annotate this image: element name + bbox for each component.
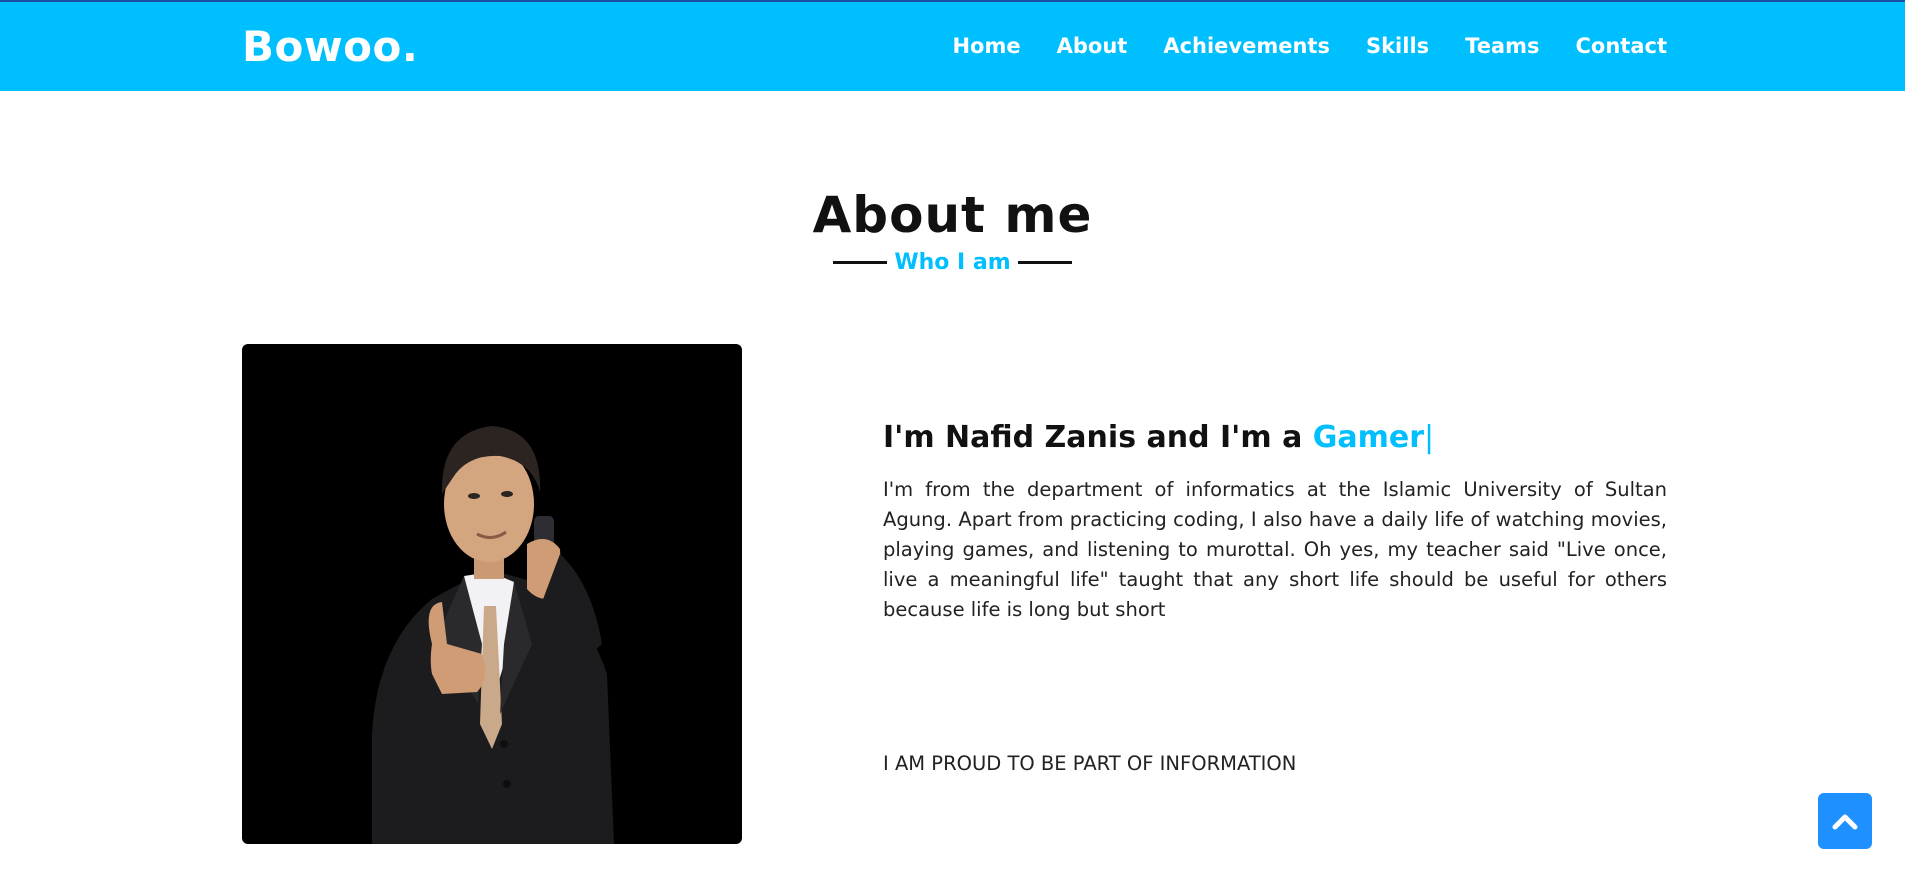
nav-item-teams: Teams [1465,34,1539,58]
nav-link-teams[interactable]: Teams [1465,34,1539,58]
chevron-up-icon [1832,814,1858,830]
nav-link-skills[interactable]: Skills [1366,34,1429,58]
subtitle-line-left [833,261,888,264]
nav-menu: Home About Achievements Skills Teams Con… [952,34,1667,58]
typed-role: Gamer [1312,420,1425,455]
section-subtitle: Who I am [0,250,1905,275]
proud-statement: I AM PROUD TO BE PART OF INFORMATION [883,752,1297,775]
navbar: Bowoo. Home About Achievements Skills Te… [0,2,1905,91]
intro-heading: I'm Nafid Zanis and I'm a Gamer| [883,420,1667,455]
nav-link-home[interactable]: Home [952,34,1020,58]
subtitle-text: Who I am [894,250,1011,275]
nav-link-contact[interactable]: Contact [1576,34,1668,58]
nav-link-about[interactable]: About [1057,34,1128,58]
intro-text: I'm Nafid Zanis and I'm a [883,420,1313,455]
nav-link-achievements[interactable]: Achievements [1163,34,1330,58]
nav-item-skills: Skills [1366,34,1429,58]
nav-item-achievements: Achievements [1163,34,1330,58]
subtitle-line-right [1017,261,1072,264]
typing-cursor: | [1424,420,1435,455]
profile-photo-illustration [372,426,614,844]
logo[interactable]: Bowoo. [242,22,418,71]
back-to-top-button[interactable] [1818,793,1872,849]
about-description: I'm from the department of informatics a… [883,478,1667,621]
nav-item-about: About [1057,34,1128,58]
about-title: About me [812,186,1093,244]
profile-photo [242,344,742,844]
section-title: About me [0,186,1905,244]
nav-item-contact: Contact [1576,34,1668,58]
nav-item-home: Home [952,34,1020,58]
about-text: I'm Nafid Zanis and I'm a Gamer| I'm fro… [883,420,1667,625]
